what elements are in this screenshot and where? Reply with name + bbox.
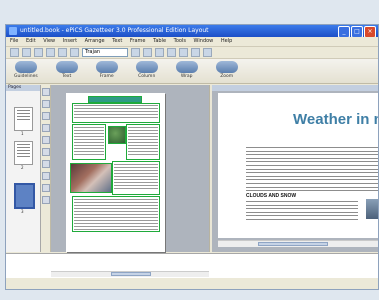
page-headline: Weather in m (293, 111, 379, 128)
page-sheet[interactable] (66, 93, 165, 252)
preview-header (212, 85, 378, 91)
picture-frame[interactable] (70, 163, 112, 193)
menu-bar: File Edit View Insert Arrange Text Frame… (6, 37, 378, 47)
text-icon (55, 61, 78, 73)
frame-tool[interactable]: Frame (95, 59, 118, 79)
preview-page: Weather in m CLOUDS AND SNOW (218, 93, 379, 238)
pointer-icon[interactable] (41, 88, 50, 96)
section-heading: CLOUDS AND SNOW (246, 193, 297, 199)
align-center-icon[interactable] (179, 48, 188, 57)
body-text (246, 147, 378, 194)
menu-window[interactable]: Window (194, 38, 214, 44)
menu-text[interactable]: Text (112, 38, 122, 44)
text-lines (114, 164, 158, 191)
new-icon[interactable] (10, 48, 19, 57)
align-right-icon[interactable] (191, 48, 200, 57)
underline-icon[interactable] (155, 48, 164, 57)
menu-tools[interactable]: Tools (174, 38, 186, 44)
menu-arrange[interactable]: Arrange (85, 38, 105, 44)
page-number: 1 (21, 131, 24, 136)
page-thumbnail-selected[interactable] (14, 183, 35, 209)
text-lines (74, 105, 158, 120)
scrollbar-thumb[interactable] (111, 272, 151, 276)
tool-label: Frame (99, 74, 114, 79)
scrollbar-thumb[interactable] (258, 242, 328, 246)
text-frame-icon[interactable] (41, 100, 50, 108)
tool-label: Column (138, 74, 156, 79)
menu-file[interactable]: File (10, 38, 18, 44)
tool-label: Guidelines (14, 74, 38, 79)
line-icon[interactable] (41, 124, 50, 132)
guidelines-tool[interactable]: Guidelines (14, 59, 38, 79)
bold-icon[interactable] (131, 48, 140, 57)
zoom-tool[interactable]: Zoom (215, 59, 238, 79)
menu-view[interactable]: View (43, 38, 55, 44)
column-icon (135, 61, 158, 73)
frame-icon (95, 61, 118, 73)
preview-canvas[interactable]: Weather in m CLOUDS AND SNOW (212, 85, 379, 252)
table-icon[interactable] (41, 160, 50, 168)
tool-label: Wrap (180, 74, 193, 79)
large-toolbar: Guidelines Text Frame Column Wrap Zoom (6, 59, 378, 84)
link-icon[interactable] (41, 172, 50, 180)
page-number: 2 (21, 165, 24, 170)
close-button[interactable]: × (364, 26, 376, 37)
pages-panel-header: Pages (6, 85, 40, 91)
picture-frame-icon[interactable] (41, 112, 50, 120)
menu-insert[interactable]: Insert (63, 38, 77, 44)
menu-edit[interactable]: Edit (26, 38, 36, 44)
page-thumbnail[interactable] (14, 107, 33, 131)
menu-table[interactable]: Table (153, 38, 166, 44)
zoom-icon[interactable] (41, 196, 50, 204)
save-icon[interactable] (34, 48, 43, 57)
guidelines-icon (14, 61, 37, 73)
maximize-button[interactable]: □ (351, 26, 363, 37)
font-select[interactable]: Trajan (82, 48, 128, 57)
app-window: untitled.book - ePiCS Gazetteer 3.0 Prof… (5, 24, 379, 290)
workspace: Pages 1 2 3 Weather in m CLOUDS AND SNOW (6, 85, 378, 289)
window-controls: _ □ × (338, 26, 376, 37)
menu-help[interactable]: Help (221, 38, 232, 44)
undo-icon[interactable] (58, 48, 67, 57)
standard-toolbar: Trajan (6, 47, 378, 59)
app-icon (9, 27, 17, 35)
column-tool[interactable]: Column (135, 59, 158, 79)
text-lines (74, 199, 158, 232)
text-lines (74, 127, 104, 157)
zoom-large-icon (215, 61, 238, 73)
rectangle-icon[interactable] (41, 136, 50, 144)
print-icon[interactable] (46, 48, 55, 57)
minimize-button[interactable]: _ (338, 26, 350, 37)
page-thumbnail[interactable] (14, 141, 33, 165)
tool-label: Zoom (220, 74, 234, 79)
menu-frame[interactable]: Frame (130, 38, 146, 44)
text-tool[interactable]: Text (55, 59, 78, 79)
lower-pane (6, 253, 378, 279)
horizontal-scrollbar[interactable] (218, 240, 378, 247)
wrap-icon (175, 61, 198, 73)
body-text (246, 201, 358, 223)
italic-icon[interactable] (143, 48, 152, 57)
text-lines (128, 127, 158, 157)
headline-frame[interactable] (88, 96, 142, 103)
pages-panel: Pages 1 2 3 (6, 85, 41, 252)
ellipse-icon[interactable] (41, 148, 50, 156)
align-left-icon[interactable] (167, 48, 176, 57)
hand-icon[interactable] (41, 184, 50, 192)
tool-label: Text (62, 74, 72, 79)
page-number: 3 (21, 209, 24, 214)
picture-frame[interactable] (108, 126, 126, 144)
open-icon[interactable] (22, 48, 31, 57)
status-bar (6, 278, 378, 289)
window-title: untitled.book - ePiCS Gazetteer 3.0 Prof… (20, 27, 209, 34)
redo-icon[interactable] (70, 48, 79, 57)
wrap-tool[interactable]: Wrap (175, 59, 198, 79)
horizontal-scrollbar[interactable] (51, 271, 209, 277)
tool-palette (41, 85, 51, 252)
preview-image (366, 199, 378, 219)
layout-canvas[interactable] (51, 85, 209, 252)
zoom-icon[interactable] (203, 48, 212, 57)
title-bar: untitled.book - ePiCS Gazetteer 3.0 Prof… (6, 25, 378, 37)
